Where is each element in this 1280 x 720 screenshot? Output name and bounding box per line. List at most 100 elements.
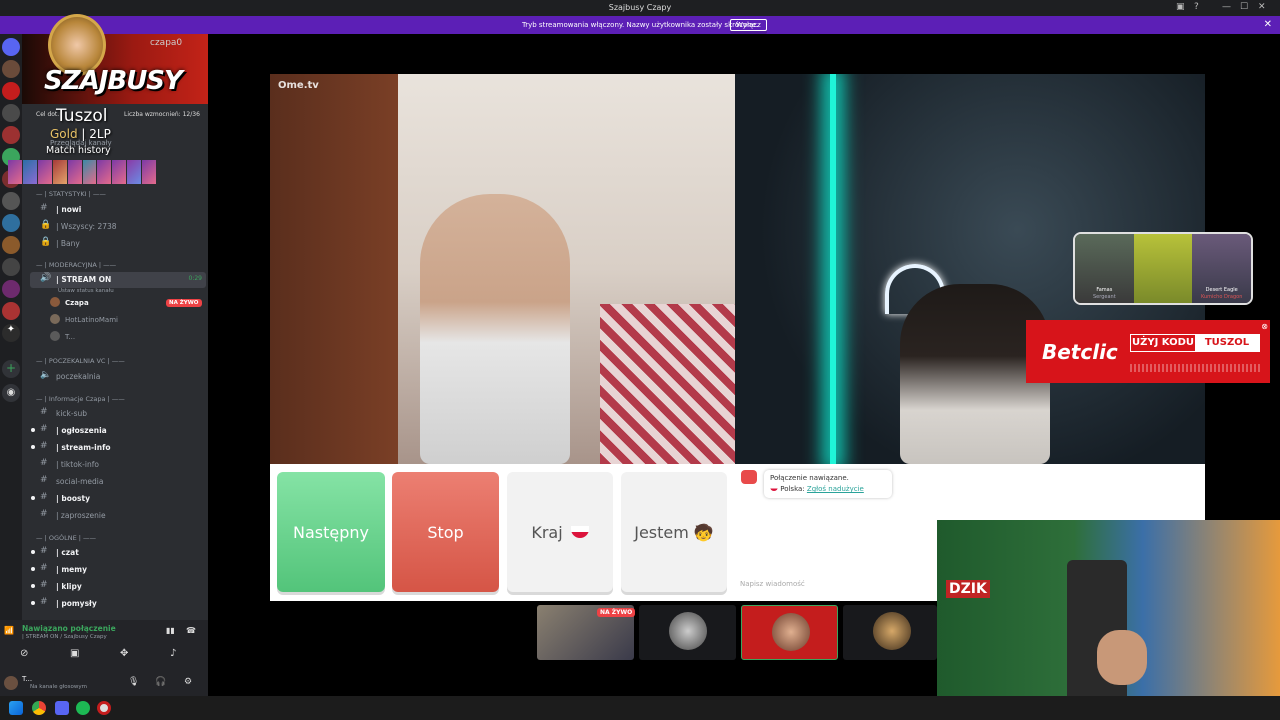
channel-wszyscy[interactable]: 🔒 | Wszyscy: 2738 [30,219,206,234]
server-icon[interactable] [2,302,20,320]
channel-social-media[interactable]: # social-media [30,474,206,489]
channel-boosty[interactable]: # | boosty [30,491,206,506]
help-icon[interactable]: ? [1194,2,1199,12]
activities-icon[interactable]: ✥ [120,648,128,659]
voice-channel-stream-on[interactable]: 🔊 | STREAM ON 0:29 [30,272,206,288]
chrome-icon[interactable] [32,701,46,715]
ometv-avatar-icon [741,470,757,484]
category-info[interactable]: — | Informacje Czapa | —— [36,395,125,403]
match-history-label: Match history [46,145,111,156]
screen-share-icon[interactable]: ▣ [70,648,79,659]
voice-status[interactable]: Nawiązano połączenie [22,624,116,633]
voice-path[interactable]: | STREAM ON / Szajbusy Czapy [22,634,107,640]
voice-channel-poczekalnia[interactable]: 🔈 poczekalnia [30,369,206,384]
channel-kick-sub[interactable]: # kick-sub [30,406,206,421]
server-icon[interactable] [2,60,20,78]
app-icon[interactable] [97,701,111,715]
microphone-icon[interactable]: 🎙 [128,677,139,687]
next-button[interactable]: Następny [277,472,385,592]
inbox-icon[interactable]: ▣ [1176,2,1185,12]
server-icon[interactable] [2,258,20,276]
channel-bany[interactable]: 🔒 | Bany [30,236,206,251]
champion-icon [97,160,112,184]
soundboard-icon[interactable]: ▮▮ [166,626,175,635]
boost-count[interactable]: Liczba wzmocnień: 12/36 [124,111,200,118]
channel-zaproszenie[interactable]: # | zaproszenie [30,508,206,523]
unread-dot [31,601,35,605]
channel-ogloszenia[interactable]: # | ogłoszenia [30,423,206,438]
taskbar [0,696,1280,720]
server-icon[interactable] [2,126,20,144]
server-icon[interactable]: ✦ [2,324,20,342]
server-icon[interactable] [2,82,20,100]
headphones-icon[interactable]: 🎧 [155,677,166,687]
server-icon[interactable] [2,280,20,298]
close-window-icon[interactable]: ✕ [1258,2,1266,12]
channel-stream-info[interactable]: # | stream-info [30,440,206,455]
current-user[interactable]: T... [22,675,32,683]
streamer-facecam [937,520,1280,713]
windows-start-icon[interactable] [9,701,23,715]
set-channel-status[interactable]: Ustaw status kanału [58,288,114,294]
server-icon[interactable] [2,236,20,254]
promo-code-box: UŻYJ KODU TUSZOL [1130,334,1260,352]
report-abuse-link[interactable]: Zgłoś nadużycie [807,485,864,493]
channel-memy[interactable]: # | memy [30,562,206,577]
disable-streamer-mode-button[interactable]: Wyłącz [730,19,767,31]
text-channel-icon: # [40,441,48,451]
category-mod[interactable]: — | MODERACYJNA | —— [36,261,116,269]
channel-tiktok-info[interactable]: # | tiktok-info [30,457,206,472]
channel-pomysly[interactable]: # | pomysły [30,596,206,611]
text-channel-icon: # [40,597,48,607]
chat-input[interactable]: Napisz wiadomość [740,580,805,588]
promo-label: UŻYJ KODU [1131,337,1195,348]
spotify-icon[interactable] [76,701,90,715]
avatar [669,612,707,650]
video-off-icon[interactable]: ⊘ [20,648,28,659]
country-button[interactable]: Kraj [507,472,613,592]
stop-button[interactable]: Stop [392,472,499,592]
voice-user[interactable]: HotLatinoMami [65,316,118,324]
participant-tile[interactable] [741,605,838,660]
voice-timer: 0:29 [188,275,202,282]
add-server-icon[interactable]: + [2,360,20,378]
voice-user[interactable]: T... [65,333,75,341]
text-channel-icon: # [40,203,48,213]
participant-tile[interactable] [639,605,736,660]
server-icon[interactable] [2,214,20,232]
channel-nowi[interactable]: # | nowi [30,202,206,217]
text-channel-icon: # [40,424,48,434]
signal-icon[interactable]: 📶 [4,626,14,635]
server-icon[interactable] [2,104,20,122]
voice-user[interactable]: Czapa [65,299,89,307]
discover-icon[interactable]: ◉ [2,384,20,402]
close-banner-icon[interactable]: ✕ [1264,19,1272,30]
disconnect-icon[interactable]: ☎ [186,626,196,635]
gender-button[interactable]: Jestem 🧒 [621,472,727,592]
background-door [270,74,398,464]
participant-tile[interactable] [843,605,937,660]
country-name: Polska: [780,485,805,493]
avatar[interactable] [4,676,18,690]
ometv-logo: Ome.tv [278,80,319,91]
category-waiting[interactable]: — | POCZEKALNIA VC | —— [36,357,125,365]
player-rank: Gold | 2LP [50,127,111,141]
category-stats[interactable]: — | STATYSTYKI | —— [36,190,106,198]
champion-icon [112,160,127,184]
category-general[interactable]: — | OGÓLNE | —— [36,534,96,542]
speaker-icon: 🔊 [40,273,52,283]
server-rail: ✦ + ◉ [0,34,22,696]
server-icon[interactable] [2,192,20,210]
match-history-champions [8,160,157,184]
champion-icon [22,160,37,184]
server-icon[interactable] [2,38,20,56]
close-icon[interactable]: ⊗ [1261,322,1268,331]
soundboard-icon[interactable]: ♪ [170,648,176,659]
discord-icon[interactable] [55,701,69,715]
maximize-icon[interactable]: ☐ [1240,2,1248,12]
channel-klipy[interactable]: # | klipy [30,579,206,594]
minimize-icon[interactable]: — [1222,2,1231,12]
window-title: Szajbusy Czapy [608,3,672,12]
settings-gear-icon[interactable]: ⚙ [184,677,192,687]
channel-czat[interactable]: # | czat [30,545,206,560]
